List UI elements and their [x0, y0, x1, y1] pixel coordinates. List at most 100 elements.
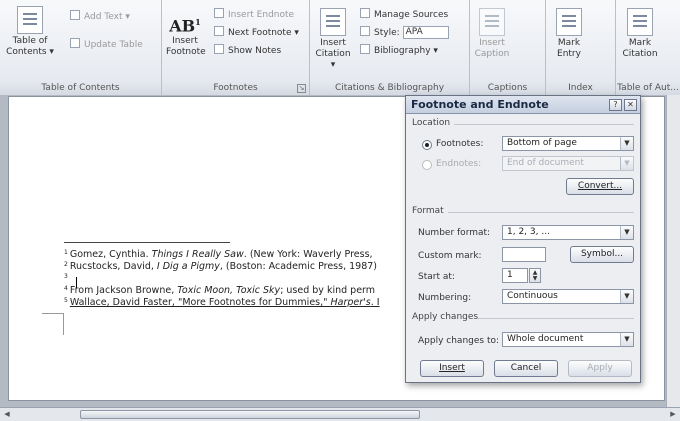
apply-changes-to-label: Apply changes to: [418, 336, 500, 346]
bibliography-button[interactable]: Bibliography ▾ [360, 44, 438, 58]
number-format-value: 1, 2, 3, ... [507, 227, 550, 237]
start-at-label: Start at: [418, 272, 455, 282]
dialog-title: Footnote and Endnote [406, 96, 640, 114]
table-of-contents-label2: Contents ▾ [6, 47, 54, 57]
scroll-left-icon[interactable]: ◀ [2, 410, 12, 419]
insert-citation-button[interactable]: Insert Citation ▾ [312, 8, 354, 71]
footnote-line[interactable]: 4 From Jackson Browne, Toxic Moon, Toxic … [64, 285, 375, 296]
footnote-number: 4 [64, 285, 68, 292]
footnote-text: , (Boston: Academic Press, 1987) [219, 261, 377, 272]
group-table-of-authorities: Mark Citation Table of Aut... [616, 0, 680, 95]
cancel-label: Cancel [510, 363, 542, 373]
numbering-label: Numbering: [418, 293, 472, 303]
footnotes-radio[interactable] [422, 140, 432, 150]
insert-button[interactable]: Insert [420, 360, 484, 377]
endnotes-radio[interactable] [422, 160, 432, 170]
footnote-line[interactable]: 3 [64, 273, 70, 284]
table-of-contents-icon [17, 6, 43, 34]
footnotes-dialog-launcher-icon[interactable]: ↘ [297, 84, 306, 93]
spinner-arrows-icon[interactable]: ▲ ▼ [529, 268, 541, 283]
next-footnote-button[interactable]: Next Footnote ▾ [214, 26, 299, 40]
scroll-right-icon[interactable]: ▶ [668, 410, 678, 419]
show-notes-label: Show Notes [228, 46, 282, 56]
insert-citation-label2: Citation ▾ [315, 49, 351, 70]
style-icon [360, 26, 370, 36]
footnote-text: Things I Really Saw [151, 249, 244, 260]
group-label-footnotes: Footnotes [162, 81, 309, 95]
footnote-text: Rucstocks, David, [69, 261, 157, 272]
group-label-citations: Citations & Bibliography [310, 81, 469, 95]
footnote-endnote-dialog: Footnote and Endnote ? ✕ Location Footno… [405, 95, 641, 383]
custom-mark-input[interactable] [502, 247, 546, 262]
update-table-button[interactable]: Update Table [70, 38, 143, 52]
manage-sources-button[interactable]: Manage Sources [360, 8, 448, 22]
style-selector[interactable]: Style: APA [360, 26, 449, 40]
ab-glyph: AB [169, 16, 196, 36]
horizontal-scrollbar[interactable]: ◀ ▶ [0, 407, 680, 421]
symbol-button[interactable]: Symbol... [570, 246, 634, 263]
help-icon[interactable]: ? [609, 99, 622, 111]
number-format-label: Number format: [418, 228, 491, 238]
chevron-down-icon: ▼ [620, 157, 633, 170]
scrollbar-thumb[interactable] [80, 410, 420, 419]
footnotes-location-select[interactable]: Bottom of page ▼ [502, 136, 634, 151]
style-label: Style: [374, 28, 400, 38]
insert-endnote-button[interactable]: Insert Endnote [214, 8, 294, 22]
insert-footnote-icon: AB1 [166, 8, 204, 36]
group-index: Mark Entry Index [546, 0, 616, 95]
mark-citation-button[interactable]: Mark Citation [620, 8, 660, 60]
chevron-down-icon: ▼ [620, 226, 633, 239]
numbering-value: Continuous [507, 291, 558, 301]
table-of-contents-button[interactable]: Table of Contents ▾ [6, 6, 54, 58]
insert-footnote-button[interactable]: AB1 Insert Footnote [166, 8, 206, 58]
insert-footnote-label2: Footnote [166, 47, 206, 57]
footnote-number: 2 [64, 261, 68, 268]
close-icon[interactable]: ✕ [624, 99, 637, 111]
text-cursor [76, 277, 77, 288]
footnote-text: I Dig a Pigmy [156, 261, 220, 272]
insert-endnote-label: Insert Endnote [228, 10, 295, 20]
number-format-select[interactable]: 1, 2, 3, ... ▼ [502, 225, 634, 240]
endnotes-location-value: End of document [507, 158, 584, 168]
insert-caption-label2: Caption [474, 49, 510, 59]
insert-caption-label1: Insert [479, 38, 505, 48]
group-captions: Insert Caption Captions [470, 0, 546, 95]
start-at-input[interactable]: 1 [502, 268, 528, 283]
apply-label: Apply [587, 363, 613, 373]
numbering-select[interactable]: Continuous ▼ [502, 289, 634, 304]
footnote-line[interactable]: 1 Gomez, Cynthia. Things I Really Saw. (N… [64, 249, 373, 260]
insert-citation-label1: Insert [320, 38, 346, 48]
footnote-line[interactable]: 2 Rucstocks, David, I Dig a Pigmy, (Bosto… [64, 261, 377, 272]
apply-changes-divider [478, 318, 634, 319]
mark-citation-label2: Citation [622, 49, 658, 59]
apply-changes-section-label: Apply changes [412, 312, 479, 322]
footnote-text: . I [370, 297, 380, 308]
apply-button[interactable]: Apply [568, 360, 632, 377]
footnote-number: 5 [64, 297, 68, 304]
update-table-label: Update Table [84, 40, 143, 50]
footnote-text: . (New York: Waverly Press, [243, 249, 373, 260]
bibliography-label: Bibliography ▾ [374, 46, 438, 56]
show-notes-icon [214, 44, 224, 54]
vertical-scrollbar[interactable] [666, 95, 680, 407]
footnote-line[interactable]: 5 Wallace, David Faster, "More Footnotes … [64, 297, 380, 308]
convert-label: Convert... [577, 181, 623, 191]
show-notes-button[interactable]: Show Notes [214, 44, 281, 58]
add-text-button[interactable]: Add Text ▾ [70, 10, 130, 24]
chevron-down-icon: ▼ [620, 333, 633, 346]
add-text-label: Add Text ▾ [84, 12, 130, 22]
chevron-down-icon: ▼ [620, 290, 633, 303]
mark-entry-label1: Mark [557, 38, 581, 48]
endnotes-label: Endnotes: [436, 159, 482, 169]
endnotes-location-select[interactable]: End of document ▼ [502, 156, 634, 171]
insert-caption-button[interactable]: Insert Caption [474, 8, 510, 60]
insert-footnote-label1: Insert [172, 36, 198, 46]
group-label-toc: Table of Contents [0, 81, 161, 95]
footnote-text: From Jackson Browne, [69, 285, 178, 296]
convert-button[interactable]: Convert... [566, 178, 634, 195]
apply-changes-to-select[interactable]: Whole document ▼ [502, 332, 634, 347]
style-dropdown[interactable]: APA [402, 26, 449, 39]
cancel-button[interactable]: Cancel [494, 360, 558, 377]
mark-entry-button[interactable]: Mark Entry [552, 8, 586, 60]
group-label-index: Index [546, 81, 615, 95]
